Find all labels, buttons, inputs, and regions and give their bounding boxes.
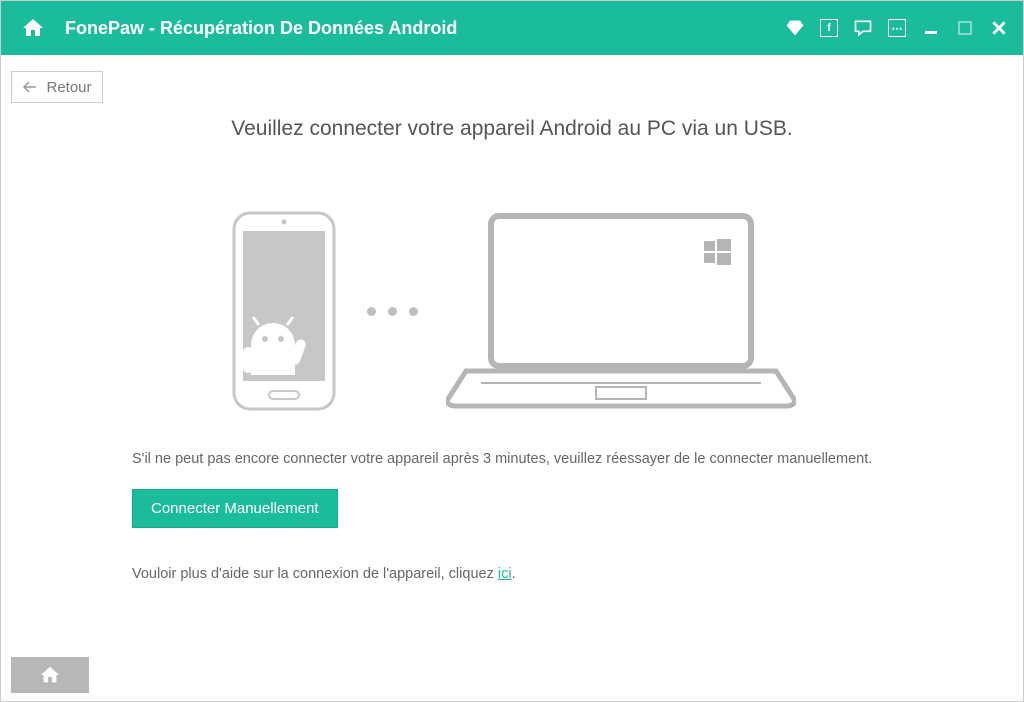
- back-label: Retour: [46, 79, 91, 96]
- back-button[interactable]: Retour: [11, 71, 103, 103]
- arrow-left-icon: [22, 80, 38, 94]
- connection-dots: [367, 307, 418, 316]
- connection-illustration: [41, 211, 983, 411]
- page-heading: Veuillez connecter votre appareil Androi…: [41, 117, 983, 141]
- close-button[interactable]: [987, 16, 1011, 40]
- more-button[interactable]: ⋯: [885, 16, 909, 40]
- feedback-button[interactable]: [851, 16, 875, 40]
- minimize-button[interactable]: [919, 16, 943, 40]
- dot-icon: [388, 307, 397, 316]
- instruction-block: S'il ne peut pas encore connecter votre …: [132, 451, 892, 582]
- instruction-text: S'il ne peut pas encore connecter votre …: [132, 451, 892, 467]
- maximize-icon: [957, 20, 973, 36]
- home-icon: [21, 16, 45, 40]
- diamond-icon: [785, 18, 805, 38]
- footer-home-button[interactable]: [11, 657, 89, 693]
- home-button[interactable]: [19, 14, 47, 42]
- window-controls: f ⋯: [783, 16, 1011, 40]
- more-icon: ⋯: [888, 19, 906, 37]
- dot-icon: [409, 307, 418, 316]
- facebook-button[interactable]: f: [817, 16, 841, 40]
- main-content: Veuillez connecter votre appareil Androi…: [1, 117, 1023, 582]
- chat-icon: [853, 18, 873, 38]
- home-icon: [39, 664, 61, 686]
- facebook-icon: f: [820, 19, 838, 37]
- help-link[interactable]: ici: [498, 566, 512, 582]
- maximize-button[interactable]: [953, 16, 977, 40]
- minimize-icon: [923, 20, 939, 36]
- phone-icon: [229, 211, 339, 411]
- close-icon: [990, 19, 1008, 37]
- help-prefix: Vouloir plus d'aide sur la connexion de …: [132, 566, 498, 582]
- titlebar: FonePaw - Récupération De Données Androi…: [1, 1, 1023, 55]
- laptop-icon: [446, 211, 796, 411]
- connect-manually-button[interactable]: Connecter Manuellement: [132, 489, 338, 528]
- help-suffix: .: [512, 566, 516, 582]
- app-title: FonePaw - Récupération De Données Androi…: [65, 18, 783, 39]
- premium-icon[interactable]: [783, 16, 807, 40]
- dot-icon: [367, 307, 376, 316]
- help-text: Vouloir plus d'aide sur la connexion de …: [132, 566, 892, 582]
